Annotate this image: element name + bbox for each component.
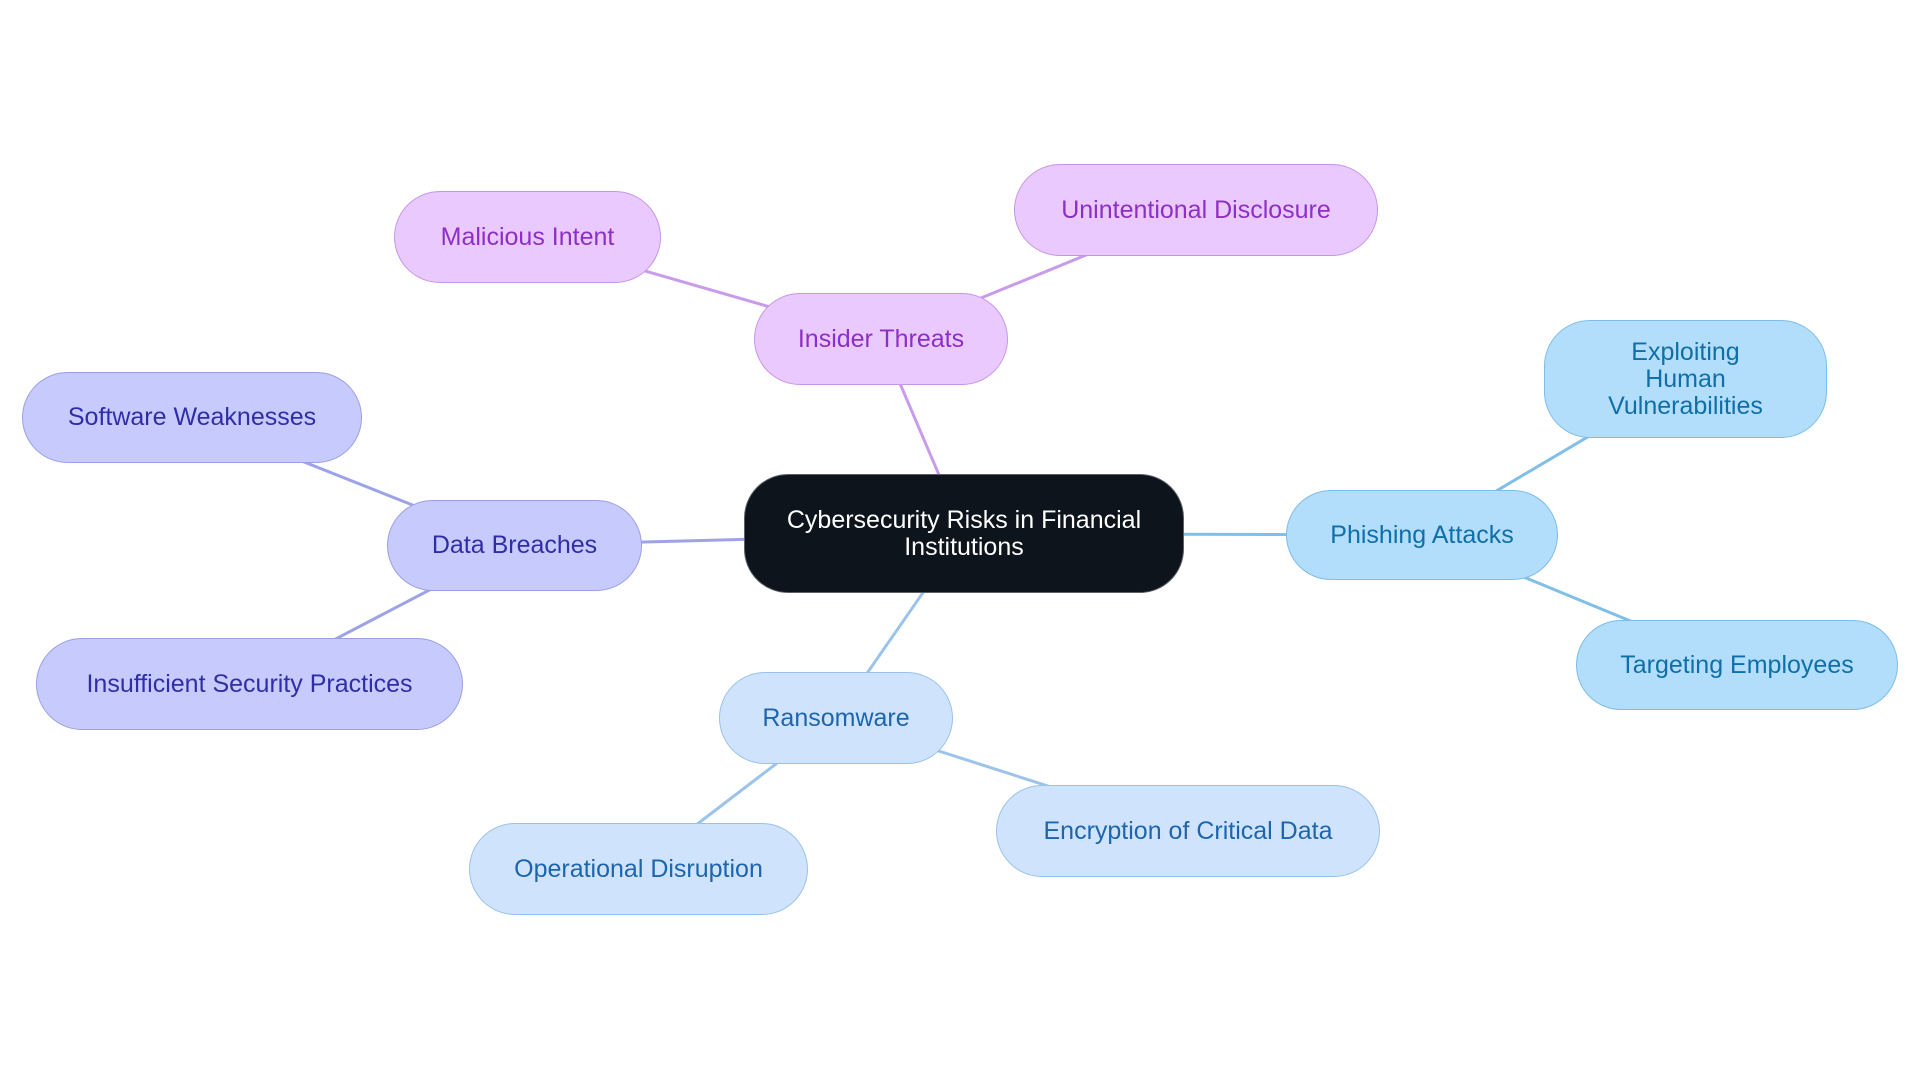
node-label: Operational Disruption (514, 854, 763, 883)
node-insider-threats[interactable]: Insider Threats (754, 293, 1008, 385)
node-ransomware[interactable]: Ransomware (719, 672, 953, 764)
node-unintentional-disclosure[interactable]: Unintentional Disclosure (1014, 164, 1378, 256)
node-label: Insufficient Security Practices (86, 669, 413, 698)
node-label: Phishing Attacks (1330, 520, 1514, 549)
node-label: Insider Threats (797, 324, 965, 353)
node-label: Malicious Intent (440, 222, 615, 251)
node-malicious-intent[interactable]: Malicious Intent (394, 191, 661, 283)
root-node-label: Cybersecurity Risks in Financial Institu… (786, 505, 1142, 561)
node-label: Unintentional Disclosure (1061, 195, 1331, 224)
node-targeting-employees[interactable]: Targeting Employees (1576, 620, 1898, 710)
node-data-breaches[interactable]: Data Breaches (387, 500, 642, 591)
node-insufficient-security-practices[interactable]: Insufficient Security Practices (36, 638, 463, 730)
node-label: Encryption of Critical Data (1043, 816, 1333, 845)
node-label: Software Weaknesses (67, 403, 317, 431)
node-encryption-of-critical-data[interactable]: Encryption of Critical Data (996, 785, 1380, 877)
node-software-weaknesses[interactable]: Software Weaknesses (22, 372, 362, 463)
node-label: Ransomware (762, 703, 910, 732)
node-label: Exploiting Human Vulnerabilities (1608, 337, 1763, 420)
node-phishing-attacks[interactable]: Phishing Attacks (1286, 490, 1558, 580)
node-exploiting-human-vulnerabilities[interactable]: Exploiting Human Vulnerabilities (1544, 320, 1827, 438)
node-label: Data Breaches (431, 531, 598, 559)
node-operational-disruption[interactable]: Operational Disruption (469, 823, 808, 915)
root-node[interactable]: Cybersecurity Risks in Financial Institu… (744, 474, 1184, 593)
node-label: Targeting Employees (1620, 650, 1854, 679)
